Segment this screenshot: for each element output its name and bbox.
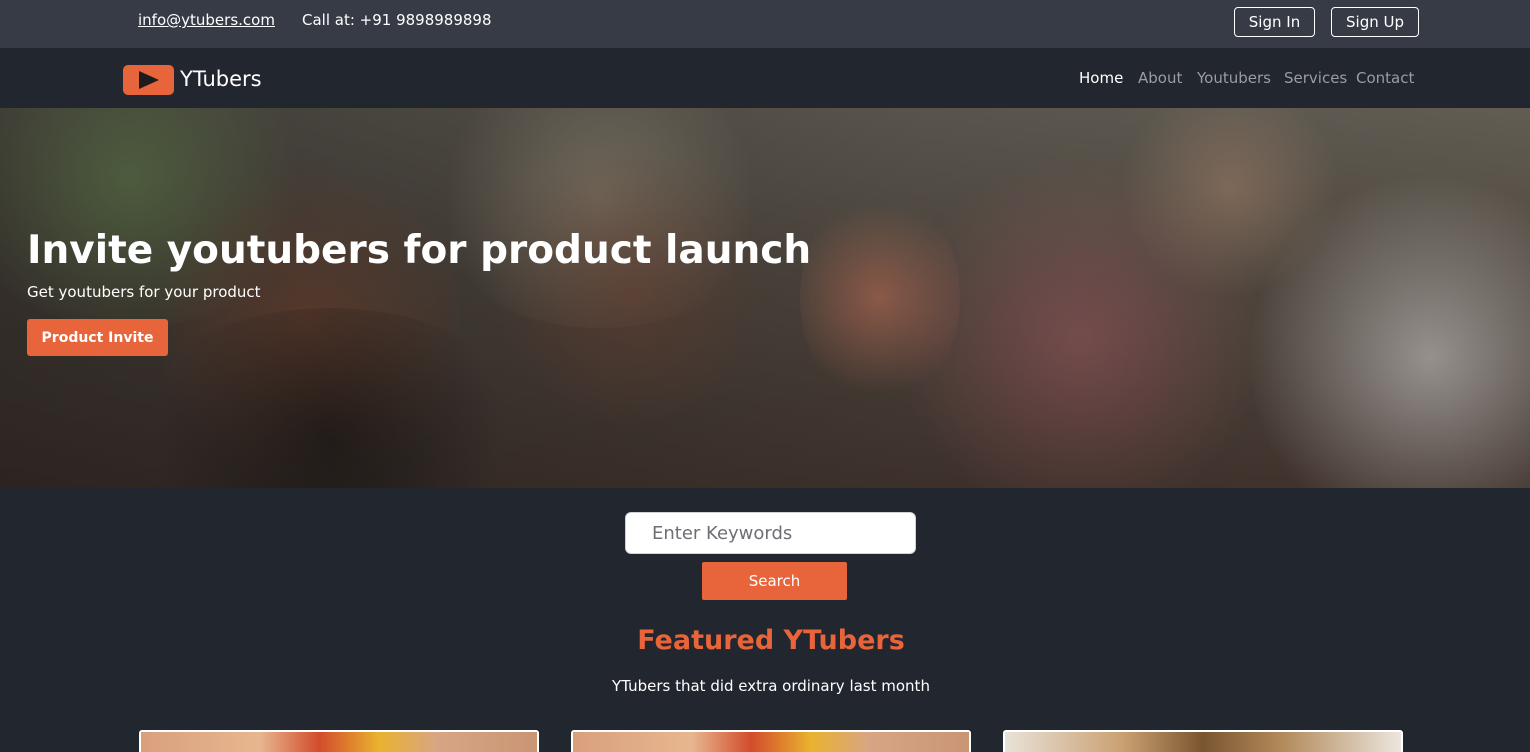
- nav-youtubers[interactable]: Youtubers: [1197, 69, 1271, 87]
- navbar: YTubers Home About Youtubers Services Co…: [0, 48, 1530, 108]
- youtuber-card[interactable]: [1003, 730, 1403, 752]
- brand-logo-text[interactable]: YTubers: [180, 67, 262, 91]
- sign-in-button[interactable]: Sign In: [1234, 7, 1315, 37]
- youtuber-card[interactable]: [139, 730, 539, 752]
- phone-text: Call at: +91 9898989898: [302, 11, 492, 29]
- youtuber-card[interactable]: [571, 730, 971, 752]
- nav-about[interactable]: About: [1138, 69, 1182, 87]
- youtuber-photo: [141, 732, 537, 752]
- sign-up-button[interactable]: Sign Up: [1331, 7, 1419, 37]
- top-bar: info@ytubers.com Call at: +91 9898989898…: [0, 0, 1530, 48]
- search-input[interactable]: [625, 512, 916, 554]
- youtuber-photo: [573, 732, 969, 752]
- product-invite-button[interactable]: Product Invite: [27, 319, 168, 356]
- nav-contact[interactable]: Contact: [1356, 69, 1414, 87]
- search-button[interactable]: Search: [702, 562, 847, 600]
- youtuber-photo: [1005, 732, 1401, 752]
- hero-subtitle: Get youtubers for your product: [27, 283, 261, 301]
- nav-home[interactable]: Home: [1079, 69, 1123, 87]
- hero-banner: Invite youtubers for product launch Get …: [0, 108, 1530, 488]
- nav-services[interactable]: Services: [1284, 69, 1347, 87]
- email-link[interactable]: info@ytubers.com: [138, 11, 275, 29]
- youtube-play-icon[interactable]: [123, 65, 174, 95]
- hero-title: Invite youtubers for product launch: [27, 228, 812, 273]
- featured-title: Featured YTubers: [637, 625, 905, 656]
- featured-subtitle: YTubers that did extra ordinary last mon…: [612, 677, 930, 695]
